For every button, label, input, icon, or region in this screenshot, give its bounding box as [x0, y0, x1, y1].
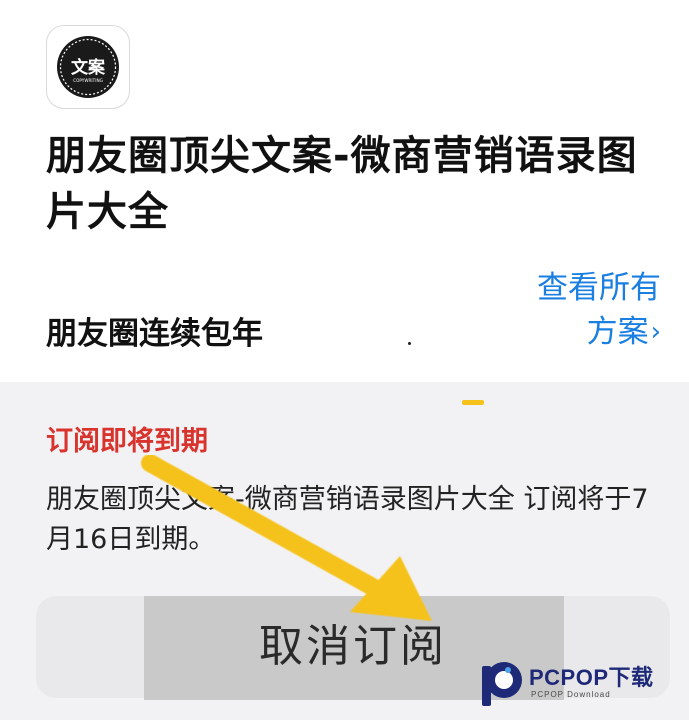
plan-name: 朋友圈连续包年 — [46, 316, 263, 352]
app-logo-icon: 文案 COPYWRITING — [57, 36, 119, 98]
view-all-plans-link[interactable]: 查看所有方案› — [511, 266, 661, 356]
app-icon-subtext: COPYWRITING — [73, 78, 103, 83]
view-all-plans-label: 查看所有方案 — [537, 270, 661, 350]
app-icon-text: 文案 — [71, 57, 106, 78]
cancel-subscription-label: 取消订阅 — [259, 621, 447, 672]
chevron-right-icon: › — [650, 317, 661, 347]
app-name: 朋友圈顶尖文案-微商营销语录图片大全 — [46, 133, 638, 235]
subscription-page: 文案 COPYWRITING 朋友圈顶尖文案-微商营销语录图片大全 查看所有方案… — [0, 0, 689, 720]
app-icon: 文案 COPYWRITING — [46, 25, 130, 109]
yellow-dash-mark — [462, 400, 484, 405]
watermark-brand: PCPOP下载 — [529, 665, 654, 690]
dot-mark — [408, 342, 411, 345]
expiry-warning-title: 订阅即将到期 — [46, 426, 208, 457]
pcpop-logo-icon — [482, 662, 522, 706]
expiry-notice-text: 朋友圈顶尖文案-微商营销语录图片大全 订阅将于7月16日到期。 — [46, 484, 649, 555]
watermark: PCPOP下载 PCPOP Download — [480, 657, 685, 709]
watermark-sub: PCPOP Download — [531, 690, 611, 699]
